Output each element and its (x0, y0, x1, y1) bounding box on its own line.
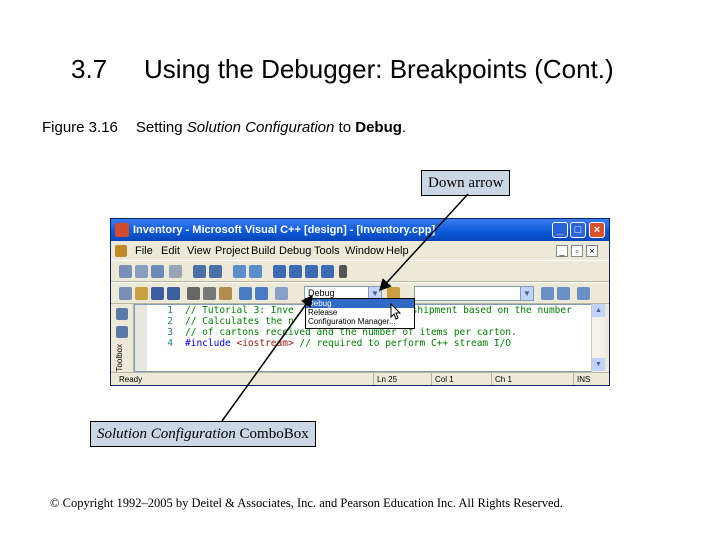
undo-icon[interactable] (239, 287, 252, 300)
close-button[interactable]: × (589, 222, 605, 238)
copy-icon[interactable] (203, 287, 216, 300)
slide-number: 3.7 (71, 54, 108, 84)
solution-explorer-icon[interactable] (557, 287, 570, 300)
find-combobox[interactable]: ▼ (414, 286, 534, 301)
bookmark-icon[interactable] (273, 265, 286, 278)
status-col: Col 1 (431, 373, 493, 385)
menu-file[interactable]: File (135, 242, 153, 260)
menu-build[interactable]: Build (251, 242, 275, 260)
status-ready: Ready (119, 375, 143, 384)
cut-icon[interactable] (187, 287, 200, 300)
code-string: <iostream> (230, 338, 294, 349)
status-bar: Ready Ln 25 Col 1 Ch 1 INS (111, 372, 609, 385)
redo-icon[interactable] (255, 287, 268, 300)
figure-label: Figure 3.16 (42, 119, 118, 136)
new-file-icon[interactable] (119, 287, 132, 300)
vs-window: Inventory - Microsoft Visual C++ [design… (110, 218, 610, 386)
find-icon[interactable] (541, 287, 554, 300)
server-explorer-icon[interactable] (116, 308, 128, 320)
add-item-icon[interactable] (135, 265, 148, 278)
outdent-icon[interactable] (209, 265, 222, 278)
line-number: 2 (167, 316, 173, 327)
menu-edit[interactable]: Edit (161, 242, 180, 260)
comment-icon[interactable] (233, 265, 246, 278)
mouse-pointer-icon (390, 303, 402, 320)
next-bookmark-icon[interactable] (289, 265, 302, 278)
slide-title: Using the Debugger: Breakpoints (Cont.) (144, 54, 614, 84)
combobox-callout-italic: Solution Configuration (97, 426, 236, 442)
scroll-down-icon[interactable]: ▼ (592, 358, 605, 371)
breakpoint-gutter[interactable] (135, 305, 147, 371)
line-number: 1 (167, 305, 173, 316)
combobox-callout-rest: ComboBox (235, 426, 309, 442)
prev-bookmark-icon[interactable] (305, 265, 318, 278)
maximize-button[interactable]: □ (570, 222, 586, 238)
document-icon (115, 245, 127, 257)
mdi-restore-icon[interactable]: ▫ (571, 245, 583, 257)
toolbar-standard (111, 260, 609, 282)
caption-italic: Solution Configuration (186, 119, 335, 136)
navigate-back-icon[interactable] (275, 287, 288, 300)
code-comment-tail: shipment based on the number (411, 305, 572, 316)
properties-icon[interactable] (577, 287, 590, 300)
line-number: 3 (167, 327, 173, 338)
left-dock: Toolbox (111, 304, 134, 372)
window-title: Inventory - Microsoft Visual C++ [design… (133, 224, 436, 236)
open-icon[interactable] (135, 287, 148, 300)
code-keyword: #include (185, 338, 231, 349)
figure-caption: Figure 3.16 Setting Solution Configuratio… (42, 119, 406, 136)
caption-text-2: to (334, 119, 356, 136)
menu-window[interactable]: Window (345, 242, 384, 260)
app-icon (115, 223, 129, 237)
indent-icon[interactable] (193, 265, 206, 278)
caption-text-1: Setting (135, 119, 187, 136)
save-icon[interactable] (151, 287, 164, 300)
code-comment: // Tutorial 3: Inve (185, 305, 294, 316)
clear-bookmarks-icon[interactable] (321, 265, 334, 278)
menu-bar: File Edit View Project Build Debug Tools… (111, 242, 609, 260)
solution-icon[interactable] (151, 265, 164, 278)
menu-help[interactable]: Help (386, 242, 409, 260)
code-line: 4 #include <iostream> // required to perf… (149, 338, 572, 349)
mdi-close-icon[interactable]: × (586, 245, 598, 257)
menu-tools[interactable]: Tools (314, 242, 340, 260)
new-project-icon[interactable] (119, 265, 132, 278)
code-comment: // Calculates the n (185, 316, 294, 327)
mdi-minimize-icon[interactable]: _ (556, 245, 568, 257)
uncomment-icon[interactable] (249, 265, 262, 278)
window-titlebar[interactable]: Inventory - Microsoft Visual C++ [design… (111, 219, 609, 241)
vertical-scrollbar[interactable]: ▲ ▼ (591, 304, 605, 372)
toolbar-overflow-icon[interactable] (339, 265, 347, 278)
down-arrow-callout: Down arrow (421, 170, 511, 196)
status-ch: Ch 1 (491, 373, 575, 385)
status-line: Ln 25 (373, 373, 433, 385)
find-chevron-down-icon[interactable]: ▼ (520, 287, 533, 300)
caption-bold: Debug (355, 119, 402, 136)
scroll-up-icon[interactable]: ▲ (592, 304, 605, 317)
minimize-button[interactable]: _ (552, 222, 568, 238)
status-mode: INS (573, 373, 607, 385)
line-number: 4 (167, 338, 173, 349)
font-icon[interactable] (169, 265, 182, 278)
combobox-value: Debug (308, 288, 335, 298)
caption-period: . (401, 119, 407, 136)
toolbox-tab[interactable]: Toolbox (115, 344, 124, 372)
menu-view[interactable]: View (187, 242, 211, 260)
code-comment: // required to perform C++ stream I/O (293, 338, 512, 349)
copyright-footer: © Copyright 1992–2005 by Deitel & Associ… (50, 496, 563, 510)
menu-project[interactable]: Project (215, 242, 249, 260)
save-all-icon[interactable] (167, 287, 180, 300)
menu-debug[interactable]: Debug (279, 242, 311, 260)
combobox-callout: Solution Configuration ComboBox (90, 421, 316, 447)
paste-icon[interactable] (219, 287, 232, 300)
toolbox-icon[interactable] (116, 326, 128, 338)
